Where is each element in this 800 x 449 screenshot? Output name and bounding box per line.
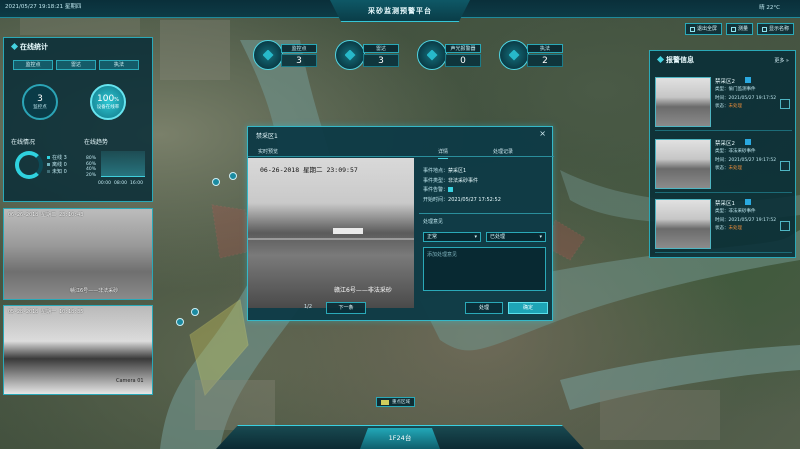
exit-fullscreen-button[interactable]: 退出全屏 xyxy=(684,23,722,35)
handling-title: 处理意见 xyxy=(423,219,444,225)
online-rate-circle: 100% 设备在线率 xyxy=(90,84,126,120)
fullscreen-icon xyxy=(689,26,695,32)
alarm-card[interactable]: 禁采区2 类型：非法采砂事件 时间：2021/05/27 19:17:52 状态… xyxy=(655,137,792,193)
map-toolbar: 退出全屏 测量 显示名称 xyxy=(684,23,794,35)
online-status-heading: 在线情况 xyxy=(11,139,36,146)
camera-marker[interactable] xyxy=(229,172,237,180)
ruler-icon xyxy=(730,26,736,32)
event-info: 事件地点：禁采区1 事件类型：非法采砂事件 事件告警： 开始时间：2021/05… xyxy=(423,168,501,203)
enforcement-icon xyxy=(499,40,529,70)
stats-tabs: 监控点 雷达 执法 xyxy=(13,60,139,70)
tab-detail[interactable]: 详情 xyxy=(438,148,449,159)
trend-axis: 80% 60% 40% 20% xyxy=(86,156,97,178)
alert-status-icon xyxy=(448,187,454,192)
next-button[interactable]: 下一条 xyxy=(326,302,366,314)
divider xyxy=(419,213,551,214)
label-icon xyxy=(761,26,767,32)
dialog-title: 禁采区1 xyxy=(256,133,278,140)
panel-title: 在线统计 xyxy=(4,38,152,52)
page-title: 采砂监测预警平台 xyxy=(368,7,432,15)
result-select[interactable]: 已处理 xyxy=(486,232,546,242)
more-link[interactable]: 更多 » xyxy=(774,57,789,64)
tag-icon xyxy=(745,77,751,83)
weather: 晴 22°C xyxy=(759,5,780,11)
alarm-panel: 报警信息 更多 » 禁采区2 类型：偷门监测事件 时间：2021/05/27 1… xyxy=(649,50,796,258)
tab-monitor[interactable]: 监控点 xyxy=(13,60,53,70)
close-icon[interactable]: × xyxy=(539,129,546,138)
process-button[interactable]: 处理 xyxy=(465,302,503,314)
monitor-count-circle: 3 监控点 xyxy=(22,84,58,120)
map-legend: 重点区域 xyxy=(376,397,415,407)
alarm-card[interactable]: 禁采区1 类型：非法采砂事件 时间：2021/05/27 19:17:52 状态… xyxy=(655,197,792,253)
stat-monitor[interactable]: 监控点 3 xyxy=(253,40,319,70)
video-feed-1[interactable]: 06-26-2018 星期二 23:10:43 赣江6号——非法采砂 xyxy=(3,208,153,300)
camera-icon xyxy=(253,40,283,70)
comment-textarea[interactable]: 添加处理意见 xyxy=(423,247,546,291)
zone-swatch xyxy=(381,399,389,405)
stat-alarm[interactable]: 声光报警器 0 xyxy=(417,40,483,70)
camera-marker[interactable] xyxy=(212,178,220,186)
locate-icon[interactable] xyxy=(780,99,790,109)
alarm-thumbnail xyxy=(655,77,711,127)
tag-icon xyxy=(745,199,751,205)
alarm-icon xyxy=(417,40,447,70)
stat-radar[interactable]: 雷达 3 xyxy=(335,40,401,70)
measure-button[interactable]: 测量 xyxy=(725,23,753,35)
alarm-thumbnail xyxy=(655,139,711,189)
alarm-card[interactable]: 禁采区2 类型：偷门监测事件 时间：2021/05/27 19:17:52 状态… xyxy=(655,75,792,131)
video-feed-2[interactable]: 05-28-2018 星期一 10:18:35 Camera 01 xyxy=(3,305,153,395)
stat-enforcement[interactable]: 执法 2 xyxy=(499,40,565,70)
alarm-thumbnail xyxy=(655,199,711,249)
radar-icon xyxy=(335,40,365,70)
radar-marker[interactable] xyxy=(176,318,184,326)
online-donut xyxy=(15,151,43,179)
online-trend-chart xyxy=(101,151,145,177)
show-names-button[interactable]: 显示名称 xyxy=(756,23,794,35)
confirm-button[interactable]: 确定 xyxy=(508,302,548,314)
datetime: 2021/05/27 19:18:21 星期四 xyxy=(5,4,82,10)
radar-marker[interactable] xyxy=(191,308,199,316)
event-detail-dialog: 禁采区1 × 实时预览 详情 处理记录 06-26-2018 星期二 23:09… xyxy=(247,126,554,321)
tag-icon xyxy=(745,139,751,145)
locate-icon[interactable] xyxy=(780,161,790,171)
page-indicator: 1/2 xyxy=(304,304,313,310)
locate-icon[interactable] xyxy=(780,221,790,231)
tab-processing-log[interactable]: 处理记录 xyxy=(493,148,513,155)
tab-enforcement[interactable]: 执法 xyxy=(99,60,139,70)
panel-title: 报警信息 xyxy=(650,51,795,65)
online-trend-heading: 在线趋势 xyxy=(84,139,109,146)
status-legend: 在线 3 离线 0 未知 0 xyxy=(47,155,67,176)
bottom-center-button[interactable]: 1F24台 xyxy=(360,428,440,449)
tab-radar[interactable]: 雷达 xyxy=(56,60,96,70)
status-select[interactable]: 正常 xyxy=(423,232,481,242)
live-video[interactable]: 06-26-2018 星期二 23:09:57 赣江6号——非法采砂 xyxy=(248,158,414,308)
tab-live-preview[interactable]: 实时预览 xyxy=(258,148,279,159)
